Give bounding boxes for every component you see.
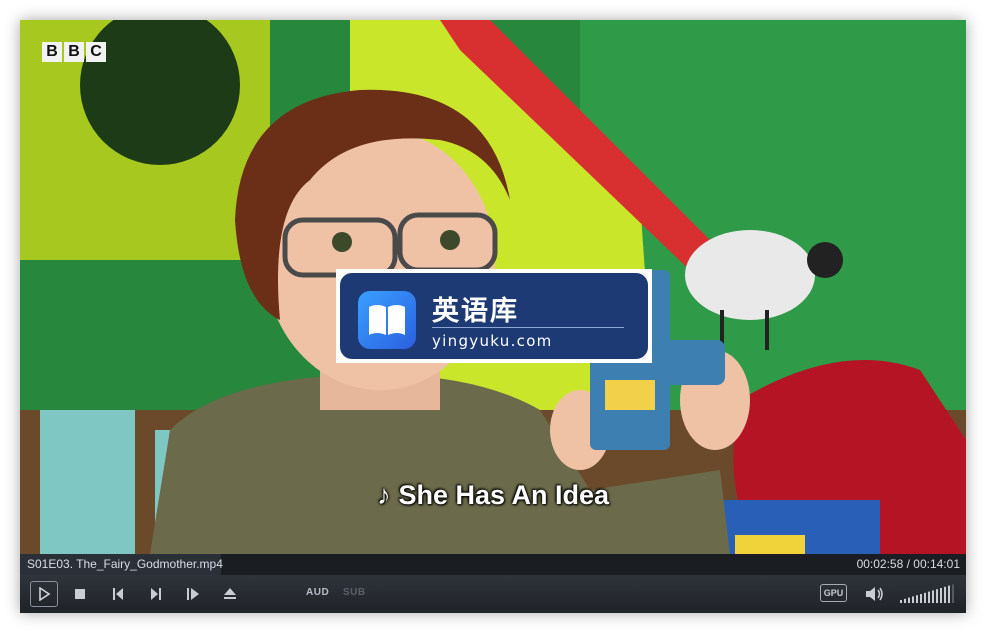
volume-icon <box>866 587 883 601</box>
book-icon <box>358 291 416 349</box>
play-button[interactable] <box>30 581 58 607</box>
volume-bar <box>916 595 918 603</box>
volume-bar <box>900 600 902 603</box>
time-display: 00:02:58 / 00:14:01 <box>856 557 960 571</box>
player-window: B B C 英语库 yingyuku.com ♪She Has An Idea <box>20 20 966 613</box>
volume-slider[interactable] <box>900 583 956 605</box>
volume-bar <box>936 589 938 603</box>
volume-bar <box>912 596 914 603</box>
volume-bar <box>924 592 926 603</box>
next-button[interactable] <box>144 582 168 606</box>
frame-step-button[interactable] <box>182 582 206 606</box>
play-icon <box>39 587 51 601</box>
channel-logo-letter: B <box>42 42 62 62</box>
volume-bar <box>920 594 922 603</box>
video-area[interactable]: B B C 英语库 yingyuku.com ♪ She Has An Idea <box>20 20 966 554</box>
volume-bar <box>904 598 906 603</box>
volume-bar <box>944 586 946 603</box>
subtitle-track-button[interactable]: SUB <box>343 587 366 598</box>
volume-bar <box>928 591 930 603</box>
previous-icon <box>113 588 123 600</box>
watermark-badge: 英语库 yingyuku.com <box>336 269 652 363</box>
volume-bar <box>948 585 950 603</box>
next-icon <box>151 588 161 600</box>
stop-button[interactable] <box>68 582 92 606</box>
eject-icon <box>224 588 236 599</box>
volume-bar <box>908 597 910 603</box>
seek-bar[interactable]: S01E03. The_Fairy_Godmother.mp4 00:02:58… <box>20 554 966 575</box>
audio-track-button[interactable]: AUD <box>306 587 329 598</box>
subtitle-text: She Has An Idea <box>398 480 610 510</box>
watermark-title: 英语库 <box>432 296 519 327</box>
stop-icon <box>75 589 85 599</box>
watermark-divider <box>432 327 624 328</box>
music-note-icon: ♪ <box>376 480 391 510</box>
previous-button[interactable] <box>106 582 130 606</box>
watermark-url: yingyuku.com <box>432 332 553 350</box>
eject-button[interactable] <box>218 582 242 606</box>
frame-step-icon <box>187 588 199 600</box>
volume-bar <box>932 590 934 603</box>
volume-bar <box>952 584 954 603</box>
subtitle-caption: ♪ She Has An Idea <box>20 480 966 511</box>
channel-logo: B B C <box>42 42 106 62</box>
channel-logo-letter: B <box>64 42 84 62</box>
volume-bar <box>940 588 942 603</box>
file-name: S01E03. The_Fairy_Godmother.mp4 <box>27 557 223 571</box>
control-bar: AUD SUB GPU <box>20 575 966 613</box>
mute-button[interactable] <box>863 582 887 606</box>
gpu-toggle[interactable]: GPU <box>820 584 847 602</box>
channel-logo-letter: C <box>86 42 106 62</box>
watermark-panel: 英语库 yingyuku.com <box>340 273 648 359</box>
